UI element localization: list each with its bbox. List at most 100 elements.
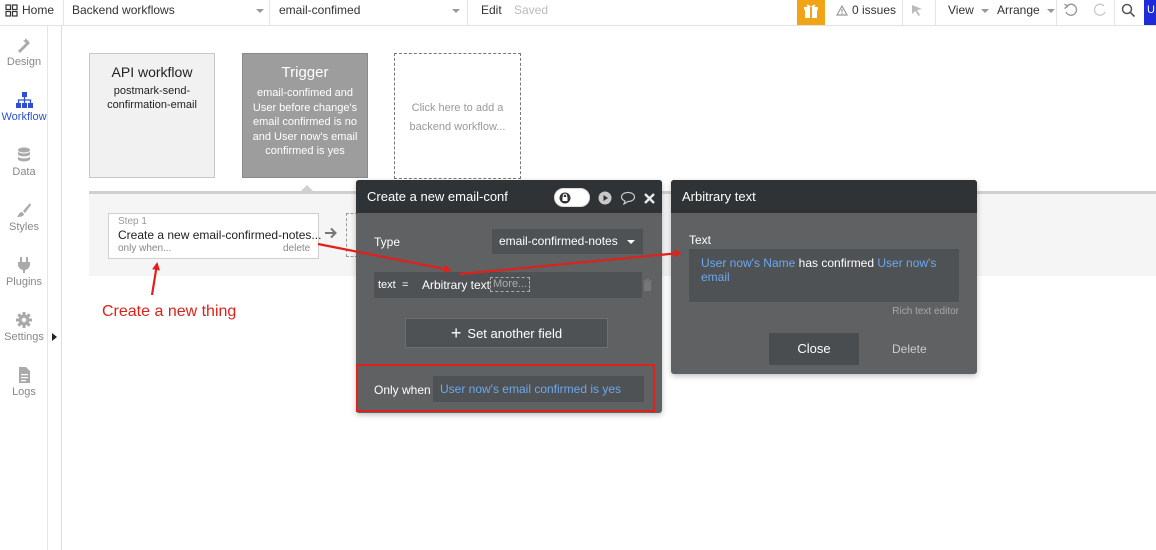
chevron-down-icon [981,8,990,13]
only-when-expression: User now's email confirmed is yes [440,382,622,396]
home-button[interactable]: Home [5,0,54,25]
close-icon[interactable] [644,193,655,204]
panel-title: Arbitrary text [682,189,756,204]
sidebar-item-styles[interactable]: Styles [0,193,48,243]
inspect-cursor-button[interactable] [910,3,924,20]
step-only-when-link[interactable]: only when... [118,243,171,254]
toggle-switch[interactable] [554,188,590,207]
warning-icon [835,5,849,16]
api-workflow-card[interactable]: API workflow postmark-send-confirmation-… [89,53,215,178]
sidebar-item-data[interactable]: Data [0,138,48,188]
create-thing-panel: Create a new email-conf Type email-confi… [356,180,662,413]
annotation-label: Create a new thing [102,303,237,320]
only-when-condition[interactable]: User now's email confirmed is yes [433,376,644,402]
delete-button[interactable]: Delete [892,342,927,356]
page-select[interactable]: Backend workflows [64,0,268,25]
expression-token[interactable]: User now's Name [701,256,795,270]
workflow-select[interactable]: email-confimed [270,0,466,25]
issues-indicator[interactable]: 0 issues [835,0,897,25]
lock-icon [559,192,571,204]
workflow-icon [16,92,33,108]
card-subtitle: email-confimed and User before change's … [252,87,358,157]
divider [61,26,62,550]
gear-icon [16,312,32,328]
home-label: Home [22,3,55,17]
chevron-down-icon [452,9,460,13]
page-select-value: Backend workflows [72,3,175,17]
expression-text: has confirmed [795,256,878,270]
divider [1056,0,1057,25]
logs-icon [19,367,30,383]
add-workflow-card[interactable]: Click here to add a backend workflow... [394,53,521,179]
sidebar-item-label: Settings [4,331,44,343]
text-expression-editor[interactable]: User now's Name has confirmed User now's… [689,249,959,302]
step-1-box[interactable]: Step 1 Create a new email-confirmed-note… [108,213,322,259]
trash-icon[interactable] [642,279,653,292]
search-icon [1121,3,1136,18]
sidebar-item-label: Plugins [5,276,43,288]
search-button[interactable] [1121,3,1136,21]
trigger-card[interactable]: Trigger email-confimed and User before c… [242,53,368,178]
type-dropdown-value: email-confirmed-notes [499,234,618,248]
undo-icon [1064,3,1078,16]
arrange-label: Arrange [997,3,1040,17]
panel-header: Create a new email-conf [356,180,662,213]
top-bar: Home Backend workflows email-confimed Ed… [0,0,1156,26]
divider [1114,0,1115,25]
comment-icon[interactable] [620,191,636,205]
view-menu[interactable]: View [948,0,990,25]
chevron-down-icon [627,240,635,244]
step-delete-link[interactable]: delete [283,243,310,254]
edit-menu[interactable]: Edit [481,0,502,25]
gift-button[interactable] [797,0,825,25]
rich-text-editor-link[interactable]: Rich text editor [892,306,959,317]
close-button[interactable]: Close [769,333,859,365]
gift-icon [804,4,818,18]
design-icon [18,38,30,53]
sidebar-item-workflow[interactable]: Workflow [0,83,48,133]
sidebar-item-logs[interactable]: Logs [0,358,48,408]
sidebar-item-label: Workflow [1,111,47,123]
sidebar-item-plugins[interactable]: Plugins [0,248,48,298]
play-icon[interactable] [598,191,612,205]
panel-title: Create a new email-conf [367,189,508,204]
brush-icon [17,203,31,217]
set-another-field-label: Set another field [467,326,563,341]
field-row[interactable]: text = Arbitrary text More... [374,272,642,298]
step-title: Create a new email-confirmed-notes... [118,228,322,242]
grid-icon [5,4,18,17]
more-button[interactable]: More... [490,277,531,292]
sidebar: Design Workflow Data Styles Plugins Sett… [0,26,48,550]
sidebar-item-label: Design [6,56,42,68]
saved-status: Saved [514,3,549,17]
chevron-down-icon [1047,8,1056,13]
plug-icon [18,257,30,273]
sidebar-item-settings[interactable]: Settings [0,303,48,353]
divider [935,0,936,25]
cursor-arrow-icon [912,5,922,16]
text-label: Text [689,233,712,247]
issues-label: 0 issues [852,3,897,17]
field-key: text [378,279,396,291]
type-dropdown[interactable]: email-confirmed-notes [492,229,643,254]
field-equals: = [402,279,409,291]
divider [902,0,903,25]
expand-sidebar-icon[interactable] [52,333,57,341]
sidebar-item-label: Data [12,166,36,178]
sidebar-item-design[interactable]: Design [0,28,48,78]
add-workflow-text: Click here to add a backend workflow... [409,102,506,133]
field-value[interactable]: Arbitrary text [422,278,490,292]
sidebar-item-label: Logs [12,386,36,398]
redo-icon [1093,3,1106,16]
redo-button[interactable] [1092,2,1108,21]
set-another-field-button[interactable]: + Set another field [405,318,608,348]
view-label: View [948,3,974,17]
sidebar-item-label: Styles [9,221,39,233]
card-subtitle: postmark-send-confirmation-email [107,85,197,111]
panel-header: Arbitrary text [671,180,977,213]
divider [467,0,468,25]
user-avatar[interactable]: U [1144,0,1156,25]
arrange-menu[interactable]: Arrange [997,0,1056,25]
undo-button[interactable] [1063,2,1079,21]
workflow-select-value: email-confimed [279,3,361,17]
